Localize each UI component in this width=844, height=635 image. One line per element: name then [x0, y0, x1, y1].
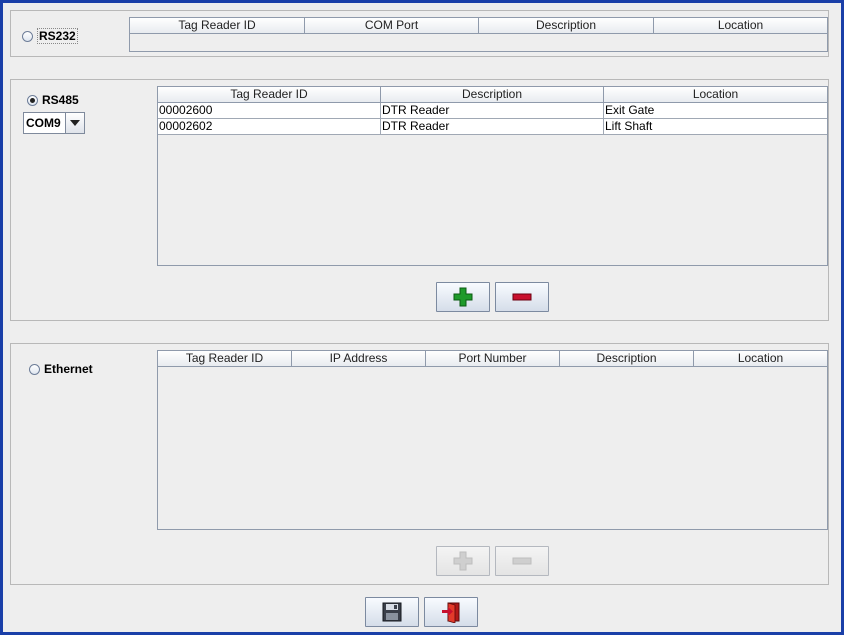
minus-icon: [512, 557, 532, 565]
cell-location[interactable]: Exit Gate: [604, 103, 827, 119]
com-port-value: COM9: [24, 113, 66, 133]
col-description[interactable]: Description: [560, 351, 694, 367]
cell-tag-reader-id[interactable]: 00002602: [158, 119, 381, 135]
col-description[interactable]: Description: [479, 18, 654, 34]
table-row[interactable]: 00002600 DTR Reader Exit Gate: [158, 103, 827, 119]
ethernet-table[interactable]: Tag Reader ID IP Address Port Number Des…: [157, 350, 828, 530]
rs232-label: RS232: [37, 28, 78, 44]
rs232-table[interactable]: Tag Reader ID COM Port Description Locat…: [129, 17, 828, 52]
col-tag-reader-id[interactable]: Tag Reader ID: [130, 18, 305, 34]
rs485-radio-button[interactable]: [27, 94, 38, 106]
add-reader-button[interactable]: [436, 282, 490, 312]
cell-location[interactable]: Lift Shaft: [604, 119, 827, 135]
chevron-down-icon[interactable]: [65, 113, 84, 133]
plus-icon: [453, 551, 473, 571]
ethernet-table-header: Tag Reader ID IP Address Port Number Des…: [158, 351, 827, 367]
rs485-table[interactable]: Tag Reader ID Description Location 00002…: [157, 86, 828, 266]
cell-description[interactable]: DTR Reader: [381, 103, 604, 119]
col-description[interactable]: Description: [381, 87, 604, 103]
plus-icon: [453, 287, 473, 307]
ethernet-radio-button[interactable]: [29, 363, 40, 375]
floppy-disk-icon: [382, 602, 402, 622]
rs232-radio[interactable]: RS232: [22, 28, 78, 44]
rs232-table-header: Tag Reader ID COM Port Description Locat…: [130, 18, 827, 34]
col-com-port[interactable]: COM Port: [305, 18, 479, 34]
rs485-table-header: Tag Reader ID Description Location: [158, 87, 827, 103]
add-ethernet-reader-button[interactable]: [436, 546, 490, 576]
col-location[interactable]: Location: [654, 18, 827, 34]
rs485-radio[interactable]: RS485: [27, 93, 79, 107]
col-location[interactable]: Location: [694, 351, 827, 367]
exit-door-icon: [442, 602, 460, 623]
col-tag-reader-id[interactable]: Tag Reader ID: [158, 87, 381, 103]
col-port-number[interactable]: Port Number: [426, 351, 560, 367]
cell-tag-reader-id[interactable]: 00002600: [158, 103, 381, 119]
col-ip-address[interactable]: IP Address: [292, 351, 426, 367]
save-button[interactable]: [365, 597, 419, 627]
exit-button[interactable]: [424, 597, 478, 627]
col-location[interactable]: Location: [604, 87, 827, 103]
reader-config-window: RS232 Tag Reader ID COM Port Description…: [0, 0, 844, 635]
col-tag-reader-id[interactable]: Tag Reader ID: [158, 351, 292, 367]
rs232-panel: RS232 Tag Reader ID COM Port Description…: [10, 10, 829, 57]
rs232-radio-button[interactable]: [22, 30, 33, 42]
table-row[interactable]: 00002602 DTR Reader Lift Shaft: [158, 119, 827, 135]
rs485-panel: RS485 COM9 Tag Reader ID Description Loc…: [10, 79, 829, 321]
ethernet-radio[interactable]: Ethernet: [29, 362, 93, 376]
minus-icon: [512, 293, 532, 301]
ethernet-panel: Ethernet Tag Reader ID IP Address Port N…: [10, 343, 829, 585]
ethernet-label: Ethernet: [44, 362, 93, 376]
cell-description[interactable]: DTR Reader: [381, 119, 604, 135]
remove-ethernet-reader-button[interactable]: [495, 546, 549, 576]
rs485-label: RS485: [42, 93, 79, 107]
com-port-select[interactable]: COM9: [23, 112, 85, 134]
remove-reader-button[interactable]: [495, 282, 549, 312]
